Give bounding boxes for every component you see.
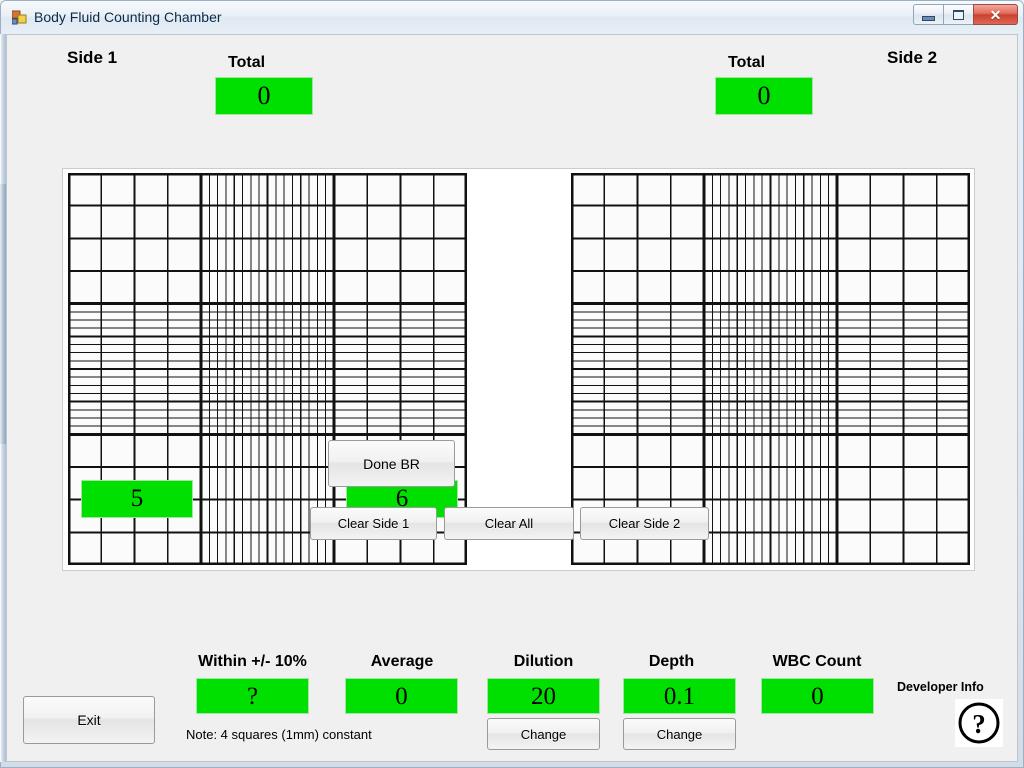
close-button[interactable]: ✕ bbox=[973, 4, 1018, 25]
exit-button[interactable]: Exit bbox=[23, 696, 155, 744]
dilution-value: 20 bbox=[487, 678, 600, 714]
total-2-label: Total bbox=[728, 54, 766, 71]
average-value: 0 bbox=[345, 678, 458, 714]
dilution-change-button[interactable]: Change bbox=[487, 718, 600, 750]
wbc-count-label: WBC Count bbox=[772, 653, 862, 670]
dilution-label: Dilution bbox=[513, 653, 574, 670]
average-label: Average bbox=[370, 653, 434, 670]
title-bar: Body Fluid Counting Chamber ✕ bbox=[1, 1, 1023, 33]
depth-value: 0.1 bbox=[623, 678, 736, 714]
question-mark-icon[interactable]: ? bbox=[955, 699, 1003, 747]
within-10-percent-value: ? bbox=[196, 678, 309, 714]
maximize-button[interactable] bbox=[943, 4, 973, 25]
side-1-label: Side 1 bbox=[67, 48, 118, 67]
clear-all-button[interactable]: Clear All bbox=[444, 507, 574, 540]
clear-side-2-button[interactable]: Clear Side 2 bbox=[580, 507, 709, 540]
side-2-label: Side 2 bbox=[887, 48, 938, 67]
depth-change-button[interactable]: Change bbox=[623, 718, 736, 750]
window-controls: ✕ bbox=[913, 4, 1018, 27]
app-icon bbox=[11, 10, 27, 25]
wbc-count-value: 0 bbox=[761, 678, 874, 714]
total-1-label: Total bbox=[228, 54, 266, 71]
application-window: Body Fluid Counting Chamber ✕ Side 1 Sid… bbox=[0, 0, 1024, 768]
count-chip-5[interactable]: 5 bbox=[81, 480, 193, 518]
maximize-icon bbox=[953, 9, 964, 20]
done-br-button[interactable]: Done BR bbox=[328, 440, 455, 487]
minimize-icon bbox=[922, 15, 935, 21]
minimize-button[interactable] bbox=[913, 4, 943, 25]
depth-label: Depth bbox=[648, 653, 695, 670]
within-10-percent-label: Within +/- 10% bbox=[198, 653, 307, 670]
developer-info-label: Developer Info bbox=[897, 680, 984, 694]
total-1-value: 0 bbox=[215, 77, 313, 115]
client-area: Side 1 Side 2 Total 0 Total 0 5 6 Done B… bbox=[6, 34, 1018, 762]
clear-side-1-button[interactable]: Clear Side 1 bbox=[310, 507, 437, 540]
close-icon: ✕ bbox=[989, 6, 1002, 23]
constant-note: Note: 4 squares (1mm) constant bbox=[186, 727, 372, 742]
total-2-value: 0 bbox=[715, 77, 813, 115]
window-title: Body Fluid Counting Chamber bbox=[34, 9, 222, 25]
svg-text:?: ? bbox=[972, 709, 986, 739]
